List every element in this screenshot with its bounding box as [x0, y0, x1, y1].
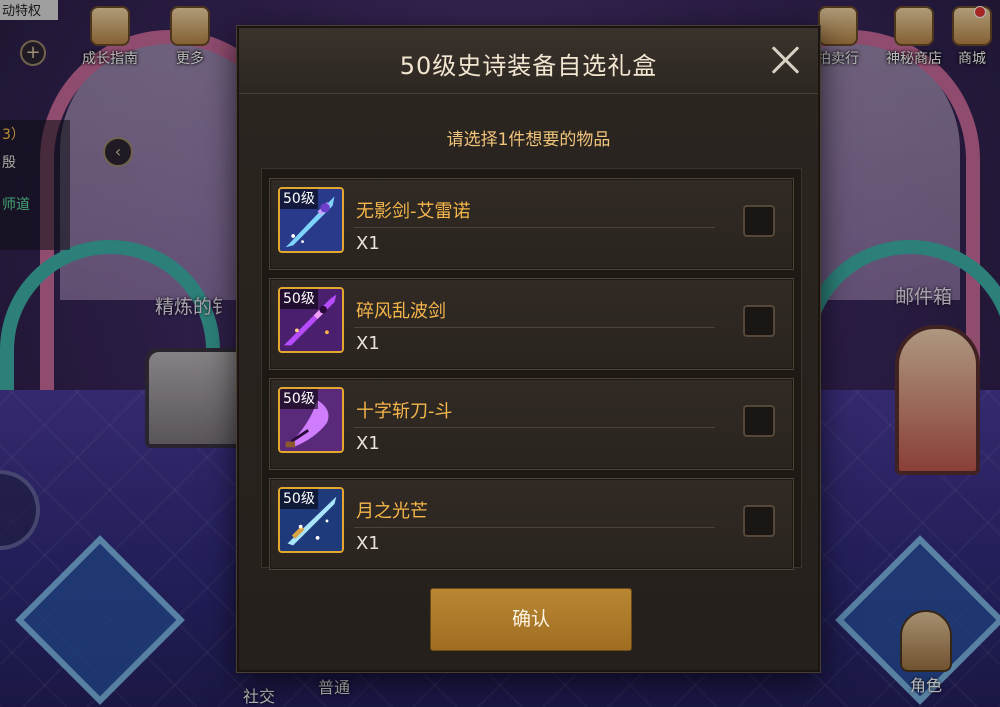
- item-list: 50级 无影剑-艾雷诺 X1 50级 碎风乱波剑 X1 50级 十字斩刀-斗 X…: [261, 168, 802, 570]
- item-level-badge: 50级: [280, 289, 318, 309]
- divider: [354, 327, 715, 328]
- dialog-body: 请选择1件想要的物品 50级 无影剑-艾雷诺 X1 50级 碎风乱波剑 X1 5…: [239, 94, 818, 670]
- item-level-badge: 50级: [280, 489, 318, 509]
- confirm-button[interactable]: 确认: [430, 588, 632, 651]
- item-name: 无影剑-艾雷诺: [356, 201, 471, 222]
- item-checkbox[interactable]: [743, 405, 775, 437]
- dialog-title: 50级史诗装备自选礼盒: [399, 52, 658, 80]
- item-checkbox[interactable]: [743, 505, 775, 537]
- close-icon[interactable]: [768, 42, 802, 76]
- item-quantity: X1: [356, 333, 380, 354]
- item-level-badge: 50级: [280, 189, 318, 209]
- sword-icon: 50级: [278, 187, 344, 253]
- item-quantity: X1: [356, 433, 380, 454]
- item-checkbox[interactable]: [743, 305, 775, 337]
- divider: [354, 527, 715, 528]
- list-item[interactable]: 50级 月之光芒 X1: [269, 478, 794, 570]
- list-item[interactable]: 50级 碎风乱波剑 X1: [269, 278, 794, 370]
- gift-box-dialog: 50级史诗装备自选礼盒 请选择1件想要的物品 50级 无影剑-艾雷诺 X1 50…: [237, 26, 820, 672]
- sword-icon: 50级: [278, 287, 344, 353]
- list-item[interactable]: 50级 无影剑-艾雷诺 X1: [269, 178, 794, 270]
- divider: [354, 427, 715, 428]
- item-name: 月之光芒: [356, 501, 428, 522]
- item-name: 十字斩刀-斗: [356, 401, 453, 422]
- divider: [354, 227, 715, 228]
- item-name: 碎风乱波剑: [356, 301, 446, 322]
- sword-icon: 50级: [278, 387, 344, 453]
- item-checkbox[interactable]: [743, 205, 775, 237]
- dialog-header: 50级史诗装备自选礼盒: [239, 28, 818, 94]
- list-item[interactable]: 50级 十字斩刀-斗 X1: [269, 378, 794, 470]
- item-quantity: X1: [356, 233, 380, 254]
- item-level-badge: 50级: [280, 389, 318, 409]
- item-quantity: X1: [356, 533, 380, 554]
- sword-icon: 50级: [278, 487, 344, 553]
- dialog-instruction: 请选择1件想要的物品: [446, 130, 611, 150]
